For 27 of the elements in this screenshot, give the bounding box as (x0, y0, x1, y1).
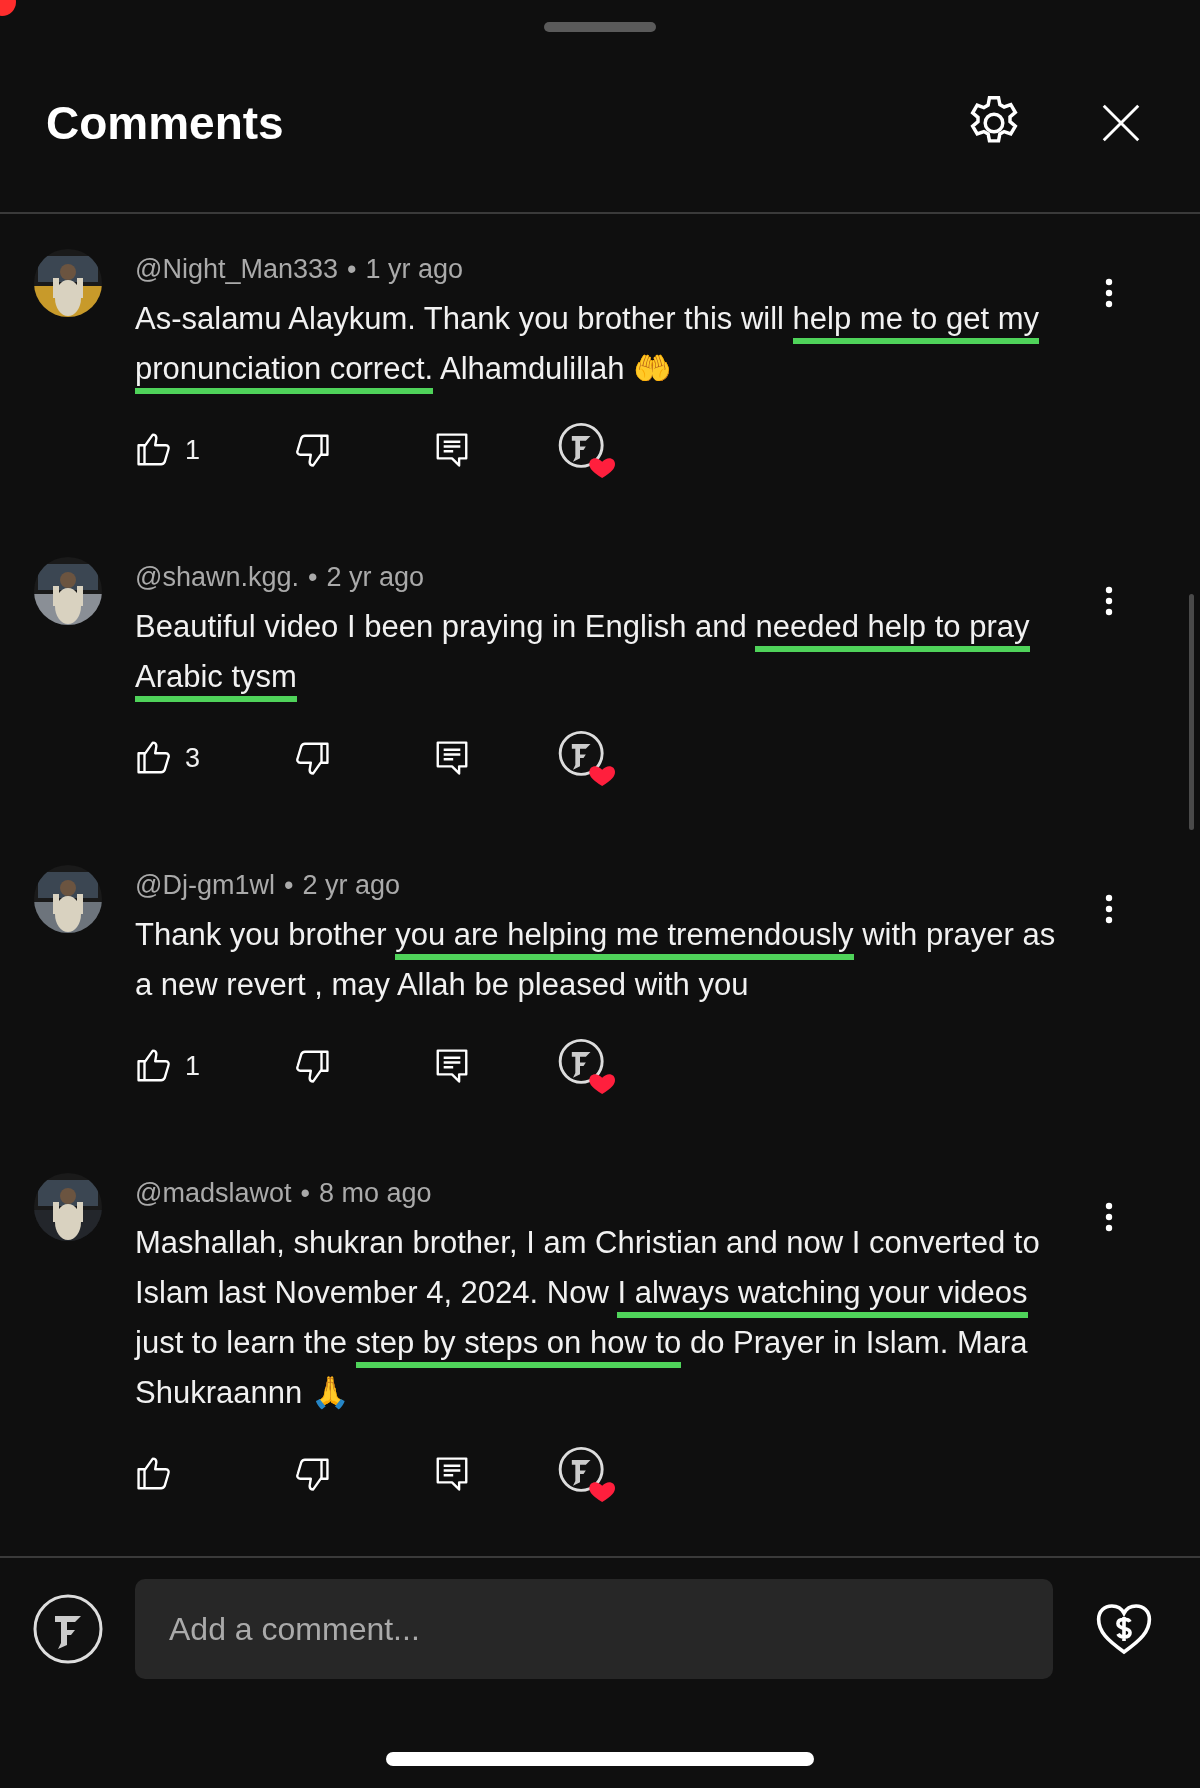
comment-author: @madslawot (135, 1177, 292, 1210)
drag-handle[interactable] (544, 22, 656, 32)
separator-dot: • (308, 561, 318, 594)
comment-text: Thank you brother you are helping me tremendously with prayer as a new revert , may Allah be pleased with you (135, 916, 1057, 1004)
separator-dot: • (347, 253, 357, 286)
comment-time: 1 yr ago (365, 253, 464, 286)
comment-author: @Dj-gm1wl (135, 869, 275, 902)
heart-dollar-icon[interactable] (1095, 1602, 1153, 1656)
scrollbar[interactable] (1189, 594, 1194, 830)
more-icon[interactable] (1105, 1202, 1113, 1232)
more-icon[interactable] (1105, 278, 1113, 308)
more-icon[interactable] (1105, 586, 1113, 616)
comment-author: @shawn.kgg. (135, 561, 299, 594)
more-icon[interactable] (1105, 894, 1113, 924)
sheet-title: Comments (46, 96, 284, 150)
comment-time: 2 yr ago (302, 869, 400, 902)
comment-field[interactable]: Add a comment... (135, 1579, 1053, 1679)
separator-dot: • (300, 1177, 310, 1210)
comment-time: 2 yr ago (326, 561, 424, 594)
like-count: 3 (185, 742, 201, 774)
comment-time: 8 mo ago (318, 1177, 432, 1210)
avatar[interactable] (33, 1594, 103, 1664)
like-count: 1 (185, 434, 201, 466)
comment-text: Mashallah, shukran brother, I am Christian and now I converted to Islam last November 4, 2024. Now I always watching your videos just to learn the step by steps on how to do Prayer in Islam. Mara Shukraannn 🙏 (135, 1224, 1041, 1412)
separator-dot: • (283, 869, 294, 902)
comment-author: @Night_Man333 (135, 253, 339, 286)
like-count: 1 (185, 1050, 201, 1082)
